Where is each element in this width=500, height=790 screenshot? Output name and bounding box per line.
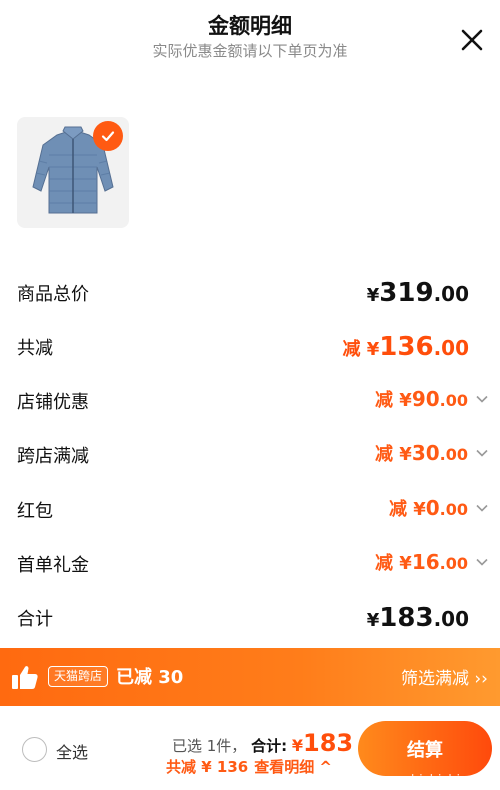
checkout-footer: 全选 已选 1件， 合计: ¥183 共减 ¥ 136 查看明细 ^ 结算 zhi… <box>0 706 500 790</box>
row-total-discount: 共减 减 ¥136.00 <box>0 326 500 366</box>
chevron-down-icon[interactable] <box>475 446 489 460</box>
select-all-radio[interactable] <box>22 737 47 762</box>
checkout-button[interactable]: 结算 <box>358 721 492 776</box>
row-shop-discount[interactable]: 店铺优惠 减 ¥90.00 <box>0 380 500 420</box>
total-label: 合计: <box>251 737 288 755</box>
row-value: 减 ¥30.00 <box>375 441 468 465</box>
row-label: 首单礼金 <box>17 555 89 576</box>
reduce-summary: 共减 ¥ 136 查看明细 ^ <box>166 756 332 777</box>
select-all-label[interactable]: 全选 <box>56 739 88 763</box>
page-subtitle: 实际优惠金额请以下单页为准 <box>152 42 348 60</box>
header: 金额明细 实际优惠金额请以下单页为准 <box>0 0 500 90</box>
selected-check-badge[interactable] <box>93 121 123 151</box>
row-value: 减 ¥136.00 <box>342 332 469 362</box>
chevron-down-icon[interactable] <box>475 392 489 406</box>
row-label: 跨店满减 <box>17 446 89 467</box>
tmall-cross-store-tag: 天猫跨店 <box>48 666 109 687</box>
thumbs-up-icon <box>12 666 38 689</box>
row-label: 共减 <box>17 338 53 359</box>
row-value: 减 ¥16.00 <box>375 550 468 574</box>
promo-text: 已减 30 <box>116 667 184 688</box>
row-total-price: 商品总价 ¥319.00 <box>0 272 500 312</box>
chevron-down-icon[interactable] <box>475 555 489 569</box>
selected-count: 已选 1件， <box>172 737 247 755</box>
row-value: ¥183.00 <box>366 603 469 633</box>
row-value: 减 ¥0.00 <box>388 496 468 520</box>
reduce-text: 共减 ¥ 136 <box>166 758 249 776</box>
row-label: 店铺优惠 <box>17 392 89 413</box>
selected-info: 已选 1件， 合计: ¥183 <box>172 729 353 757</box>
row-first-order-gift[interactable]: 首单礼金 减 ¥16.00 <box>0 543 500 583</box>
row-value: ¥319.00 <box>366 278 469 308</box>
row-label: 合计 <box>17 609 53 630</box>
promo-bar: 天猫跨店 已减 30 筛选满减 ›› <box>0 648 500 706</box>
total-value: ¥183 <box>291 729 354 757</box>
chevron-down-icon[interactable] <box>475 501 489 515</box>
view-detail-link[interactable]: 查看明细 ^ <box>254 758 332 776</box>
row-label: 商品总价 <box>17 284 89 305</box>
row-label: 红包 <box>17 501 53 522</box>
watermark: zhizhizhi.com <box>404 773 492 788</box>
product-thumbnail[interactable] <box>17 117 129 228</box>
close-icon[interactable] <box>458 26 486 54</box>
row-sum: 合计 ¥183.00 <box>0 597 500 637</box>
row-value: 减 ¥90.00 <box>375 387 468 411</box>
row-cross-store-discount[interactable]: 跨店满减 减 ¥30.00 <box>0 434 500 474</box>
close-button[interactable] <box>458 26 486 54</box>
filter-discount-link[interactable]: 筛选满减 ›› <box>401 664 488 689</box>
row-red-packet[interactable]: 红包 减 ¥0.00 <box>0 489 500 529</box>
page-title: 金额明细 <box>208 14 292 38</box>
checkmark-icon <box>101 131 115 142</box>
